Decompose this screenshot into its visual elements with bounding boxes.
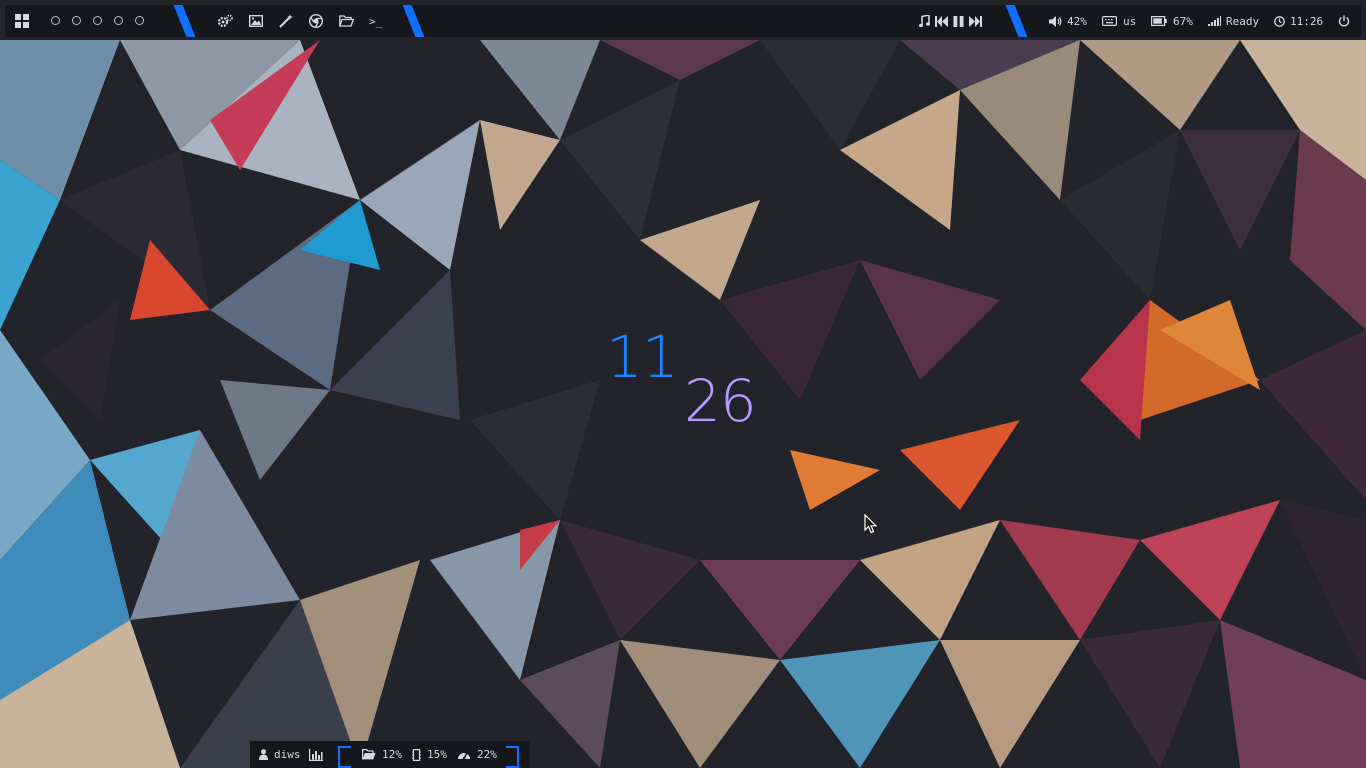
separator — [1005, 5, 1028, 37]
keyboard-icon — [1102, 16, 1117, 26]
clock-time: 11:26 — [1290, 14, 1324, 28]
network-status: Ready — [1226, 14, 1260, 28]
power-icon — [1338, 15, 1350, 27]
workspace-3[interactable] — [93, 16, 102, 25]
bar-chart-icon — [309, 748, 323, 761]
settings-icon — [218, 14, 233, 28]
username: diws — [274, 748, 301, 761]
media-music[interactable] — [919, 5, 930, 37]
media-previous-button[interactable] — [935, 5, 948, 37]
battery-indicator[interactable]: 67% — [1151, 5, 1193, 37]
keyboard-layout-value: us — [1123, 14, 1137, 28]
battery-value: 67% — [1173, 14, 1193, 28]
pause-icon — [953, 15, 964, 27]
workspace-1[interactable] — [51, 16, 60, 25]
bracket-right — [506, 746, 519, 768]
memory-icon — [412, 748, 421, 761]
clock-indicator[interactable]: 11:26 — [1274, 5, 1323, 37]
desktop-clock-hour: 11 — [606, 323, 679, 391]
user-indicator[interactable]: diws — [259, 741, 301, 768]
image-viewer-launcher[interactable] — [249, 5, 263, 37]
workspace-2[interactable] — [72, 16, 81, 25]
browser-icon — [309, 14, 323, 28]
user-icon — [259, 749, 268, 760]
gauge-icon — [457, 749, 471, 760]
grid-icon — [15, 14, 29, 28]
disk-value: 12% — [382, 748, 402, 761]
music-icon — [919, 14, 930, 28]
media-next-button[interactable] — [969, 5, 982, 37]
desktop-clock-minute: 26 — [684, 367, 757, 435]
file-manager-launcher[interactable] — [339, 5, 354, 37]
browser-launcher[interactable] — [309, 5, 323, 37]
terminal-launcher[interactable]: >_ — [369, 5, 382, 37]
memory-usage[interactable]: 15% — [412, 741, 447, 768]
battery-icon — [1151, 16, 1167, 26]
separator — [402, 5, 425, 37]
workspace-5[interactable] — [135, 16, 144, 25]
skip-forward-icon — [969, 15, 982, 27]
clock-icon — [1274, 15, 1285, 27]
bottom-panel: diws 12% 15% 22% — [250, 741, 530, 768]
volume-indicator[interactable]: 42% — [1049, 5, 1087, 37]
folder-open-icon — [362, 749, 376, 760]
magic-wand-icon — [279, 14, 293, 28]
launcher-button[interactable] — [15, 5, 29, 37]
signal-icon — [1208, 16, 1221, 26]
disk-usage[interactable]: 12% — [362, 741, 402, 768]
cpu-usage[interactable]: 22% — [457, 741, 497, 768]
cpu-value: 22% — [477, 748, 497, 761]
skip-back-icon — [935, 15, 948, 27]
top-panel: >_ 42% us 67% Ready 11:26 — [5, 5, 1361, 37]
media-pause-button[interactable] — [953, 5, 964, 37]
memory-value: 15% — [427, 748, 447, 761]
volume-value: 42% — [1067, 14, 1087, 28]
keyboard-layout-indicator[interactable]: us — [1102, 5, 1136, 37]
workspace-4[interactable] — [114, 16, 123, 25]
bracket-left — [338, 746, 351, 768]
stats-button[interactable] — [309, 741, 323, 768]
separator — [173, 5, 196, 37]
wand-launcher[interactable] — [279, 5, 293, 37]
terminal-icon: >_ — [369, 14, 383, 28]
volume-icon — [1049, 15, 1062, 27]
network-indicator[interactable]: Ready — [1208, 5, 1259, 37]
power-button[interactable] — [1338, 5, 1350, 37]
desktop-wallpaper — [0, 0, 1366, 768]
folder-icon — [339, 15, 354, 27]
mouse-cursor-icon — [864, 514, 877, 534]
image-icon — [249, 15, 263, 27]
settings-launcher[interactable] — [218, 5, 233, 37]
